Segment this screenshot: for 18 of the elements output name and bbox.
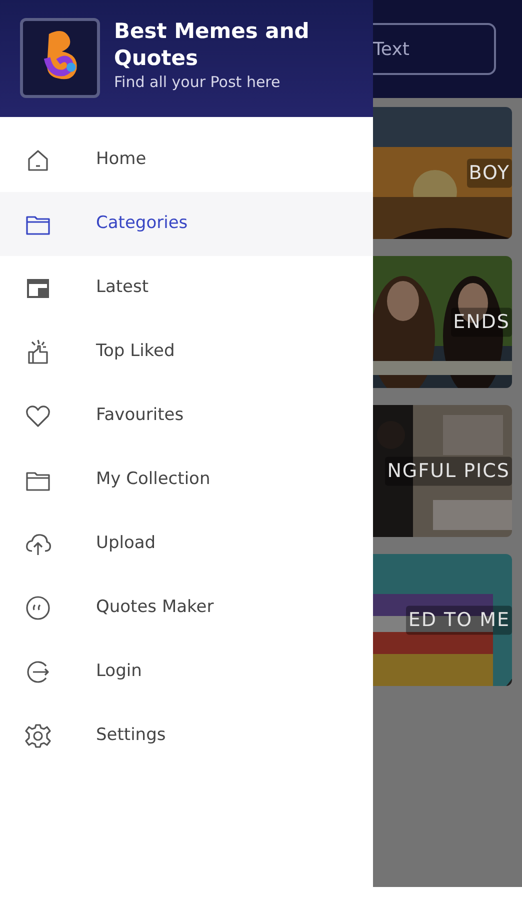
settings-icon (24, 722, 52, 750)
quote-icon (24, 594, 52, 622)
menu-item[interactable]: Upload (0, 512, 373, 576)
menu-item[interactable]: Home (0, 128, 373, 192)
menu-item[interactable]: Login (0, 640, 373, 704)
menu-item[interactable]: Latest (0, 256, 373, 320)
menu-item[interactable]: Favourites (0, 384, 373, 448)
card-title: NGFUL PICS (385, 456, 512, 486)
card-title: BOY (466, 158, 512, 188)
app-subtitle: Find all your Post here (114, 72, 282, 91)
card-title: ED TO ME (406, 606, 512, 634)
menu-item[interactable]: Settings (0, 704, 373, 768)
menu-item[interactable]: Categories (0, 192, 373, 256)
menu-item[interactable]: My Collection (0, 448, 373, 512)
card-title: ENDS (451, 308, 512, 336)
menu-item[interactable]: Quotes Maker (0, 576, 373, 640)
app-title: Best Memes and Quotes (114, 18, 310, 72)
menu-item[interactable]: Top Liked (0, 320, 373, 384)
